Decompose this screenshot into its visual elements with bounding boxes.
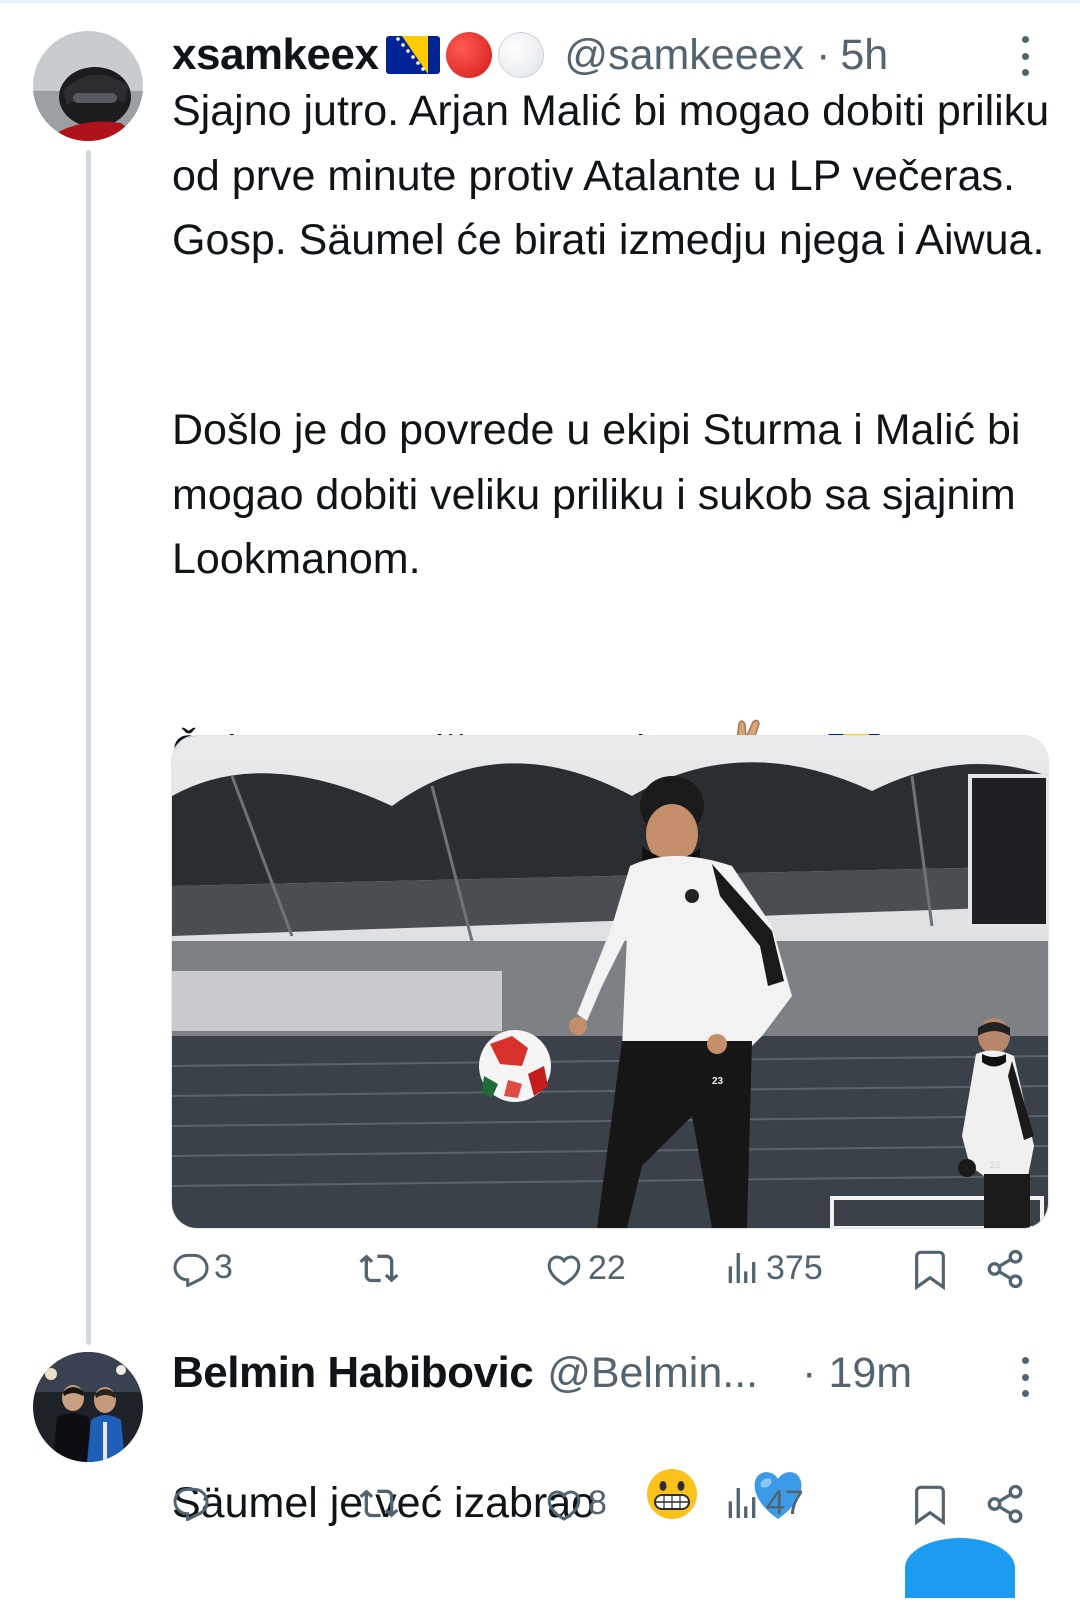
reply-retweet-button[interactable] [357, 1483, 405, 1523]
reply-separator: · [802, 1348, 817, 1397]
reply-more-icon[interactable] [1019, 1357, 1031, 1397]
shorts-number: 23 [712, 1076, 724, 1087]
like-button[interactable]: 22 [544, 1248, 626, 1288]
reply-timestamp[interactable]: 19m [828, 1349, 912, 1398]
views-icon [728, 1488, 756, 1518]
display-name[interactable]: xsamkeex [172, 30, 379, 80]
top-divider [0, 0, 1080, 3]
bookmark-icon [915, 1250, 945, 1290]
reply-count: 3 [214, 1248, 233, 1286]
reply-handle[interactable]: @Belmin... [547, 1349, 758, 1398]
reply-reply-button[interactable] [172, 1483, 214, 1521]
tweet-photo[interactable]: 23 23 [171, 735, 1049, 1229]
avatar[interactable] [33, 31, 143, 141]
views-button[interactable]: 375 [722, 1248, 823, 1288]
retweet-button[interactable] [357, 1248, 405, 1288]
reply-like-button[interactable]: 8 [544, 1483, 607, 1523]
share-icon [987, 1249, 1023, 1289]
reply-display-name[interactable]: Belmin Habibovic [172, 1348, 534, 1398]
timestamp[interactable]: 5h [840, 31, 888, 80]
tweet-action-bar: 3 22 375 [172, 1248, 1042, 1308]
reply-views-count: 47 [766, 1483, 804, 1522]
bookmark-icon [915, 1485, 945, 1525]
bosnia-flag-icon [386, 36, 441, 74]
share-button[interactable] [984, 1248, 1026, 1290]
retweet-icon [359, 1254, 399, 1283]
like-icon [547, 1490, 581, 1521]
like-count: 22 [588, 1248, 626, 1287]
reply-button[interactable]: 3 [172, 1248, 233, 1287]
reply-like-count: 8 [588, 1483, 607, 1522]
reply-bookmark-button[interactable] [910, 1483, 950, 1525]
thread-line [86, 150, 91, 1345]
tweet-paragraph-1: Sjajno jutro. Arjan Malić bi mogao dobit… [172, 87, 1062, 264]
white-circle-icon [498, 32, 545, 78]
reply-icon [173, 1253, 209, 1287]
tweet-paragraph-2: Došlo je do povrede u ekipi Sturma i Mal… [172, 406, 1033, 583]
views-icon [728, 1253, 756, 1283]
handle[interactable]: @samkeeex [564, 31, 804, 80]
reply-share-button[interactable] [984, 1483, 1026, 1525]
bookmark-button[interactable] [910, 1248, 950, 1290]
like-icon [547, 1255, 581, 1286]
retweet-icon [359, 1489, 399, 1518]
compose-fab[interactable] [905, 1538, 1015, 1598]
share-icon [987, 1484, 1023, 1524]
more-icon[interactable] [1019, 36, 1031, 76]
reply-header: Belmin Habibovic @Belmin... · 19m [172, 1346, 912, 1400]
views-count: 375 [766, 1248, 823, 1287]
reply-avatar[interactable] [33, 1352, 143, 1462]
red-circle-icon [446, 32, 493, 78]
tweet-header: xsamkeex @samkeeex · 5h [172, 28, 888, 82]
reply-icon [173, 1487, 209, 1521]
jersey-number-second-player: 23 [990, 1160, 1000, 1170]
separator: · [816, 30, 831, 79]
reply-views-button[interactable]: 47 [722, 1483, 804, 1523]
reply-action-bar: 8 47 [172, 1483, 1042, 1543]
